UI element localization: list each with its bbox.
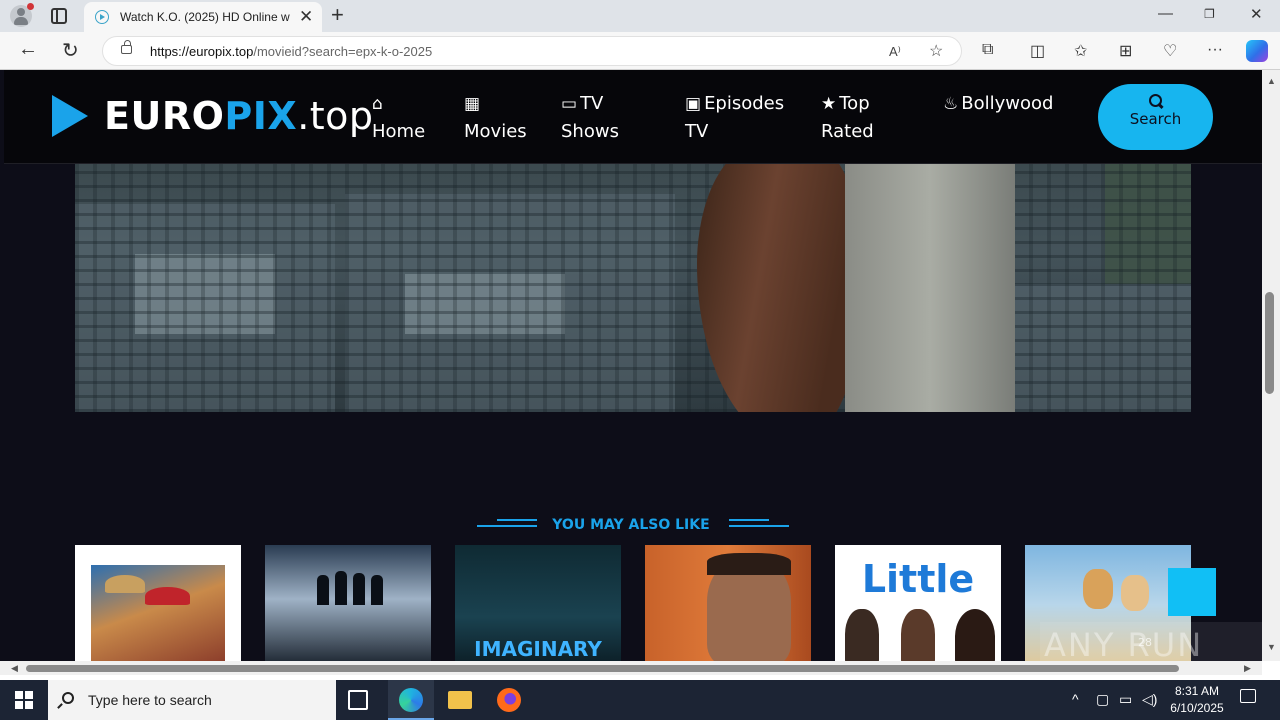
site-favicon-icon <box>95 10 109 24</box>
extensions-icon[interactable]: ⧉ <box>982 41 993 59</box>
task-view-icon[interactable] <box>348 690 368 710</box>
logo-play-icon[interactable] <box>52 95 88 137</box>
minimize-icon[interactable]: — <box>1158 5 1173 22</box>
close-tab-icon[interactable]: ✕ <box>299 7 313 27</box>
more-menu-icon[interactable]: ··· <box>1207 41 1223 59</box>
calendar-icon: ▣ <box>685 94 702 114</box>
favorites-icon[interactable]: ✩ <box>1074 41 1087 61</box>
taskbar-edge-active[interactable] <box>388 680 434 720</box>
movie-poster[interactable] <box>265 545 431 661</box>
nav-home[interactable]: ⌂ Home <box>372 90 425 145</box>
network-icon[interactable]: ▭ <box>1119 691 1132 708</box>
edge-icon <box>399 688 423 712</box>
read-aloud-icon[interactable]: A⁾ <box>889 44 901 60</box>
flame-icon: ♨ <box>943 94 959 114</box>
address-bar[interactable]: https://europix.top/movieid?search=epx-k… <box>102 36 962 66</box>
home-icon: ⌂ <box>372 94 383 114</box>
scroll-right-icon[interactable]: ▶ <box>1244 663 1251 674</box>
scroll-up-icon[interactable]: ▲ <box>1267 76 1276 86</box>
nav-top-rated[interactable]: ★ Top Rated <box>821 90 874 145</box>
scroll-down-icon[interactable]: ▼ <box>1267 642 1276 652</box>
site-header: EUROPIX.top ⌂ Home ▦ Movies ▭ TV Shows ▣ E… <box>4 70 1262 164</box>
movie-poster[interactable]: Little <box>835 545 1001 661</box>
notification-icon[interactable] <box>1240 689 1256 703</box>
collections-icon[interactable]: ⊞ <box>1119 41 1132 61</box>
volume-icon[interactable]: ◁) <box>1142 691 1157 708</box>
browser-essentials-icon[interactable]: ♡ <box>1163 41 1177 61</box>
tab-title: Watch K.O. (2025) HD Online without <box>120 10 290 24</box>
anyrun-watermark: ANY RUN 28 <box>1040 622 1262 661</box>
search-icon <box>62 692 74 704</box>
meet-now-icon[interactable]: ▢ <box>1096 691 1109 708</box>
copilot-icon[interactable] <box>1246 40 1268 62</box>
nav-movies[interactable]: ▦ Movies <box>464 90 527 145</box>
tv-icon: ▭ <box>561 94 578 114</box>
page-viewport: EUROPIX.top ⌂ Home ▦ Movies ▭ TV Shows ▣ E… <box>0 70 1262 661</box>
nav-bollywood[interactable]: ♨ Bollywood <box>943 90 1053 118</box>
movie-backdrop-image <box>75 164 1191 412</box>
browser-tab-active[interactable]: Watch K.O. (2025) HD Online without ✕ <box>84 2 322 32</box>
movie-poster[interactable] <box>75 545 241 661</box>
refresh-icon[interactable]: ↻ <box>62 38 79 63</box>
nav-episodes-tv[interactable]: ▣ Episodes TV <box>685 90 784 145</box>
system-clock[interactable]: 8:31 AM 6/10/2025 <box>1164 683 1230 717</box>
address-toolbar: ← ↻ https://europix.top/movieid?search=e… <box>0 32 1280 70</box>
firefox-icon[interactable] <box>497 688 521 712</box>
vertical-scroll-thumb[interactable] <box>1265 292 1274 394</box>
star-icon: ★ <box>821 94 837 114</box>
horizontal-scroll-thumb[interactable] <box>26 665 1179 672</box>
vertical-scrollbar[interactable]: ▲ ▼ <box>1262 70 1280 661</box>
film-icon: ▦ <box>464 94 481 114</box>
tab-actions-icon[interactable] <box>51 8 67 24</box>
overlay-ad-block[interactable] <box>1168 568 1216 616</box>
back-icon[interactable]: ← <box>18 38 38 61</box>
taskbar-search-box[interactable]: Type here to search <box>48 680 336 720</box>
restore-icon[interactable]: ❐ <box>1204 7 1215 21</box>
movie-poster[interactable] <box>645 545 811 661</box>
search-button[interactable]: Search <box>1098 84 1213 150</box>
windows-taskbar: Type here to search ^ ▢ ▭ ◁) 8:31 AM 6/1… <box>0 680 1280 720</box>
show-hidden-icons-icon[interactable]: ^ <box>1072 691 1079 707</box>
lock-icon[interactable] <box>121 40 132 54</box>
close-window-icon[interactable]: ✕ <box>1250 5 1263 23</box>
browser-tabstrip: Watch K.O. (2025) HD Online without ✕ + … <box>0 0 1280 32</box>
split-screen-icon[interactable]: ◫ <box>1030 41 1045 61</box>
nav-tv-shows[interactable]: ▭ TV Shows <box>561 90 619 145</box>
site-logo[interactable]: EUROPIX.top <box>104 94 374 138</box>
new-tab-icon[interactable]: + <box>331 2 344 28</box>
horizontal-scrollbar[interactable]: ◀ ▶ <box>0 661 1262 675</box>
scroll-left-icon[interactable]: ◀ <box>11 663 18 674</box>
search-icon <box>1148 94 1163 108</box>
movie-poster[interactable]: IMAGINARY <box>455 545 621 661</box>
start-button-icon[interactable] <box>15 691 33 709</box>
file-explorer-icon[interactable] <box>448 691 472 709</box>
url-text[interactable]: https://europix.top/movieid?search=epx-k… <box>150 44 432 59</box>
section-title: YOU MAY ALSO LIKE <box>552 517 710 533</box>
favorite-star-icon[interactable]: ☆ <box>929 41 943 61</box>
profile-avatar-icon[interactable] <box>10 3 34 27</box>
